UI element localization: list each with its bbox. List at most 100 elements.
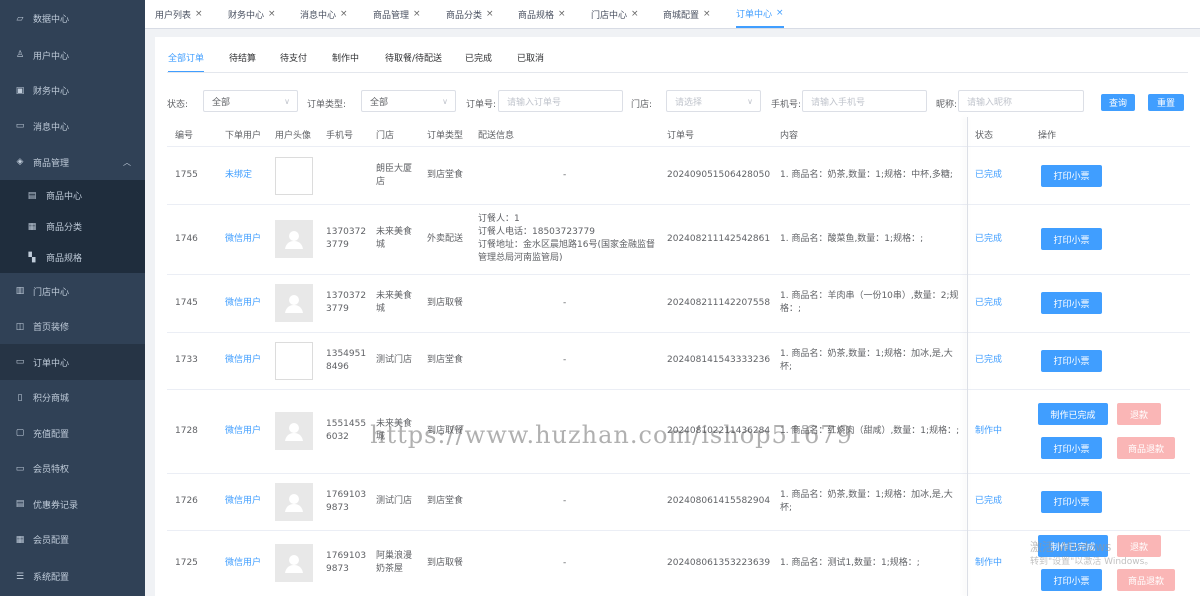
tab-5[interactable]: 商品规格 × (518, 0, 566, 28)
user-link[interactable]: 微信用户 (225, 354, 261, 367)
close-icon[interactable]: × (631, 9, 639, 19)
phone-line: 6032 (326, 432, 349, 442)
print-receipt-button[interactable]: 打印小票 (1041, 228, 1102, 250)
sidebar-item-user[interactable]: ♙ 用户中心 (0, 37, 145, 73)
print-receipt-button[interactable]: 打印小票 (1041, 569, 1102, 591)
sidebar-item-spec[interactable]: ▚ 商品规格 (0, 242, 145, 273)
print-receipt-button[interactable]: 打印小票 (1041, 490, 1102, 513)
delivery-line: - (563, 355, 567, 365)
item-refund-button[interactable]: 商品退款 (1117, 437, 1175, 459)
sidebar-item-box[interactable]: ◫ 首页装修 (0, 309, 145, 344)
status-tabs-divider (167, 72, 1188, 73)
status-tab-6[interactable]: 已取消 (517, 51, 544, 73)
phone-line: 1370372 (326, 291, 367, 301)
sidebar-item-label: 充值配置 (33, 429, 70, 440)
box-icon: ◫ (15, 321, 25, 332)
status-tab-5[interactable]: 已完成 (465, 51, 492, 73)
store-cell: 测试门店 (376, 495, 412, 508)
status-tab-3[interactable]: 制作中 (332, 51, 359, 73)
user-link[interactable]: 微信用户 (225, 425, 261, 438)
delivery-cell: - (563, 354, 566, 367)
tab-7[interactable]: 商城配置 × (663, 0, 711, 28)
sidebar-item-card[interactable]: ▭ 会员特权 (0, 451, 145, 486)
user-link[interactable]: 微信用户 (225, 557, 261, 570)
order-no-input[interactable]: 请输入订单号 (498, 90, 623, 112)
tab-8[interactable]: 订单中心 × (736, 0, 784, 28)
sidebar-item-label: 会员配置 (33, 536, 70, 546)
sidebar-item-message[interactable]: ▭ 消息中心 (0, 108, 145, 144)
sidebar-item-settings-list[interactable]: ▦ 会员配置 (0, 522, 145, 557)
content-line: 杯; (780, 361, 793, 372)
close-icon[interactable]: × (340, 9, 348, 19)
sidebar-item-recharge[interactable]: ▢ 充值配置 (0, 415, 145, 451)
sidebar-item-bars[interactable]: ▥ 门店中心 (0, 273, 145, 309)
query-button[interactable]: 查询 (1101, 94, 1135, 111)
store-line: 测试门店 (376, 496, 413, 506)
sidebar-item-chart[interactable]: ▱ 数据中心 (0, 0, 145, 37)
close-icon[interactable]: × (558, 9, 566, 19)
tab-6[interactable]: 门店中心 × (591, 0, 639, 28)
order-type-select[interactable]: 全部 ∨ (361, 90, 456, 112)
refund-button[interactable]: 退款 (1117, 403, 1161, 425)
user-link[interactable]: 微信用户 (225, 495, 261, 508)
status-badge: 已完成 (975, 496, 1003, 506)
close-icon[interactable]: × (268, 9, 276, 19)
sidebar-item-wallet[interactable]: ▣ 财务中心 (0, 73, 145, 108)
sidebar-item-grid[interactable]: ▦ 商品分类 (0, 211, 145, 242)
status-tab-0[interactable]: 全部订单 (168, 51, 205, 73)
status-tab-1[interactable]: 待结算 (229, 51, 256, 73)
sidebar-item-list[interactable]: ▤ 商品中心 (0, 180, 145, 211)
print-receipt-button[interactable]: 打印小票 (1041, 164, 1102, 187)
order-type: 外卖配送 (427, 233, 464, 244)
tab-0[interactable]: 用户列表 × (155, 0, 203, 28)
reset-button[interactable]: 重置 (1148, 94, 1184, 111)
sidebar-item-document[interactable]: ▯ 积分商城 (0, 380, 145, 415)
phone-cell: 1370372 3779 (326, 290, 366, 316)
spec-icon: ▚ (28, 252, 36, 263)
cube-icon: ◈ (16, 157, 24, 167)
wallet-icon: ▣ (15, 85, 25, 96)
phone-input[interactable]: 请输入手机号 (802, 90, 927, 112)
chevron-up-icon[interactable]: ︿ (123, 157, 131, 168)
content-cell: 1. 商品名：羊肉串（一份10串）,数量：2;规 格：; (780, 290, 959, 316)
sidebar-item-coupon[interactable]: ▤ 优惠券记录 (0, 486, 145, 522)
tab-2[interactable]: 消息中心 × (300, 0, 348, 28)
complete-making-button[interactable]: 制作已完成 (1038, 403, 1108, 425)
sidebar-item-cube[interactable]: ◈ 商品管理 ︿ (0, 144, 145, 180)
store-select[interactable]: 请选择 ∨ (666, 90, 761, 112)
print-receipt-button[interactable]: 打印小票 (1041, 292, 1102, 314)
content-cell: 1. 商品名：测试1,数量：1;规格：; (780, 557, 920, 570)
print-receipt-button[interactable]: 打印小票 (1041, 437, 1102, 459)
chevron-down-icon: ∨ (747, 96, 753, 106)
sidebar-item-inbox[interactable]: ▭ 订单中心 (0, 344, 145, 380)
close-icon[interactable]: × (776, 8, 784, 18)
tab-3[interactable]: 商品管理 × (373, 0, 421, 28)
tab-4[interactable]: 商品分类 × (446, 0, 494, 28)
nickname-input[interactable]: 请输入昵称 (958, 90, 1084, 112)
status-tab-2[interactable]: 待支付 (280, 51, 307, 73)
close-icon[interactable]: × (486, 9, 494, 19)
close-icon[interactable]: × (703, 9, 711, 19)
store-cell: 测试门店 (376, 354, 412, 367)
sidebar-item-label: 订单中心 (33, 358, 70, 369)
close-icon[interactable]: × (413, 9, 421, 19)
item-refund-button[interactable]: 商品退款 (1117, 569, 1175, 591)
sidebar-item-label: 商品管理 (33, 158, 70, 169)
delivery-cell: - (563, 557, 566, 570)
phone-filter-label: 手机号: (771, 100, 802, 110)
row-divider (167, 274, 1190, 275)
user-link[interactable]: 微信用户 (225, 233, 261, 246)
user-link[interactable]: 未绑定 (225, 169, 252, 182)
store-line: 城 (376, 240, 386, 250)
sidebar-item-label: 积分商城 (33, 394, 70, 404)
tab-1[interactable]: 财务中心 × (228, 0, 276, 28)
user-link[interactable]: 微信用户 (225, 297, 261, 310)
print-receipt-button[interactable]: 打印小票 (1041, 349, 1102, 372)
phone-line: 1551455 (326, 419, 367, 429)
order-type: 到店堂食 (427, 355, 464, 365)
sidebar-item-menu[interactable]: ☰ 系统配置 (0, 557, 145, 596)
close-icon[interactable]: × (195, 9, 203, 19)
broken-image-icon (275, 341, 313, 380)
status-select[interactable]: 全部 ∨ (203, 90, 298, 112)
status-tab-4[interactable]: 待取餐/待配送 (385, 51, 442, 73)
